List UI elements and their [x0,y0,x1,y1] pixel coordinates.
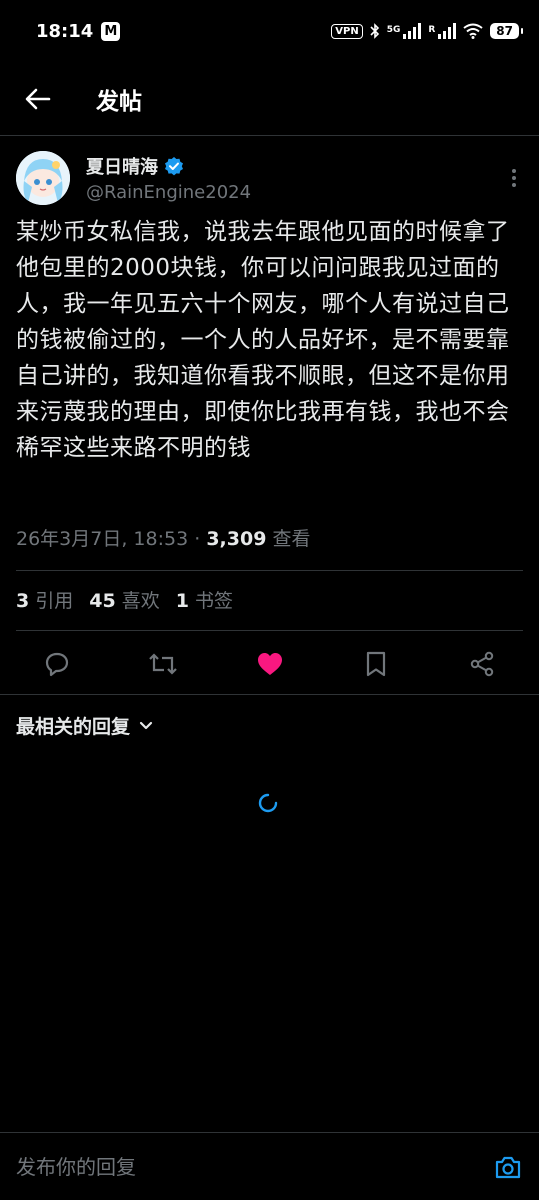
signal-icon [403,23,422,39]
page-title: 发帖 [96,88,142,115]
author-name-row: 夏日晴海 [86,153,251,179]
quotes-stat[interactable]: 3 引用 [16,586,73,613]
post-actions [0,636,539,692]
verified-badge-icon [165,157,183,176]
divider [16,630,523,631]
chevron-down-icon [139,721,153,729]
more-dot-icon [512,176,516,180]
bookmarks-label: 书签 [194,590,233,612]
bookmark-icon [366,651,385,677]
wifi-icon [463,23,483,39]
post-author: 夏日晴海 @RainEngine2024 [16,150,526,206]
more-options-button[interactable] [504,163,524,193]
post-stats: 3 引用 45 喜欢 1 书签 [16,586,233,613]
loading-spinner-icon [258,793,278,813]
more-dot-icon [512,169,516,173]
views-count: 3,309 [206,528,267,550]
back-button[interactable] [18,79,58,119]
reply-sort-label: 最相关的回复 [16,716,131,738]
author-info: 夏日晴海 @RainEngine2024 [86,153,251,203]
quotes-count: 3 [16,590,30,612]
avatar-image [16,151,70,205]
author-handle[interactable]: @RainEngine2024 [86,182,251,203]
page-header: 发帖 [0,62,539,136]
status-bar: 18:14 M VPN 5G R 87 [0,0,539,62]
roaming-label: R [428,25,436,35]
reply-sort-dropdown[interactable]: 最相关的回复 [16,712,154,739]
network-type-label: 5G [386,25,401,35]
repost-icon [149,653,178,675]
likes-count: 45 [89,590,116,612]
avatar[interactable] [16,151,70,205]
likes-stat[interactable]: 45 喜欢 [89,586,159,613]
more-dot-icon [512,183,516,187]
like-icon [257,653,282,675]
divider [16,570,523,571]
quotes-label: 引用 [35,590,74,612]
vpn-badge: VPN [331,23,363,39]
camera-icon [495,1156,521,1178]
post-meta: 26年3月7日, 18:53 · 3,309 查看 [16,524,526,551]
like-button[interactable] [253,647,287,681]
back-arrow-icon [25,88,51,109]
share-button[interactable] [465,647,499,681]
author-name[interactable]: 夏日晴海 [86,153,158,179]
repost-button[interactable] [146,647,180,681]
bluetooth-icon [370,23,379,39]
battery-indicator: 87 [490,23,523,39]
status-time: 18:14 [36,20,94,42]
reply-button[interactable] [40,647,74,681]
bookmarks-count: 1 [175,590,189,612]
reply-icon [45,652,69,677]
mail-notification-icon: M [101,21,121,41]
post-timestamp[interactable]: 26年3月7日, 18:53 · [16,528,206,550]
share-icon [470,651,494,677]
post-text: 某炒币女私信我，说我去年跟他见面的时候拿了他包里的2000块钱，你可以问问跟我见… [16,219,510,461]
likes-label: 喜欢 [121,590,160,612]
reply-composer [0,1132,539,1200]
status-indicators: VPN 5G R 87 [331,23,523,39]
views-label: 查看 [266,528,311,550]
bookmark-button[interactable] [359,647,393,681]
divider [0,694,539,695]
signal-icon-2 [438,23,457,39]
bookmarks-stat[interactable]: 1 书签 [176,586,233,613]
camera-button[interactable] [493,1152,523,1182]
reply-input[interactable] [16,1154,493,1179]
